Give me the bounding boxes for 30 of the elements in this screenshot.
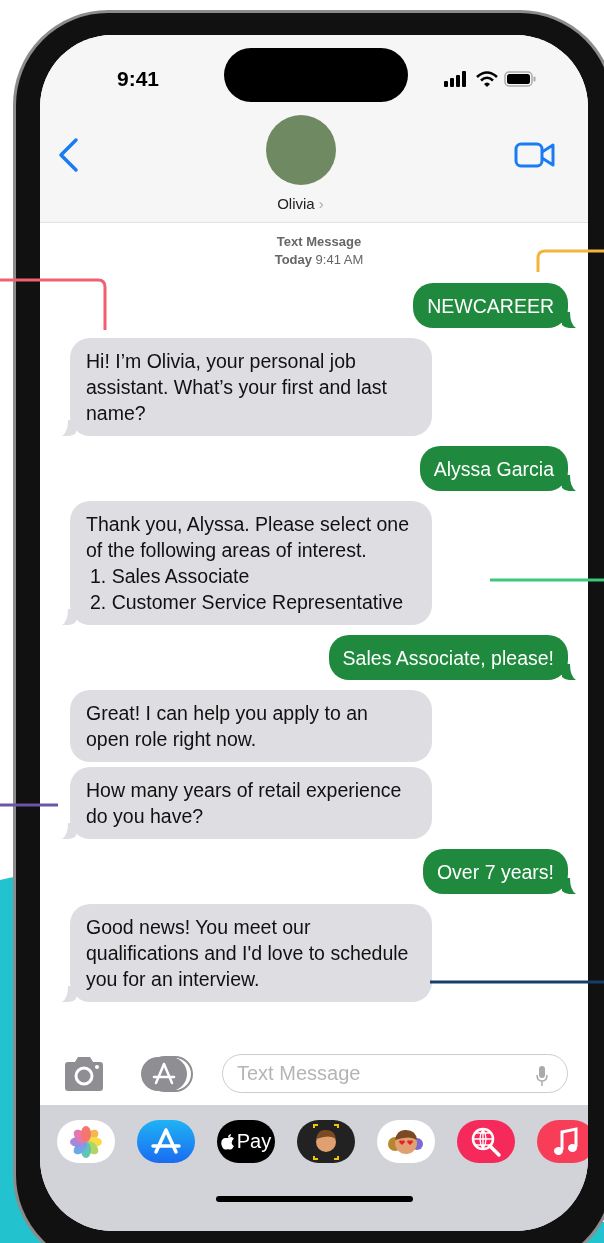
music-note-icon[interactable] xyxy=(537,1120,588,1163)
battery-icon xyxy=(504,71,536,87)
apple-icon xyxy=(220,1133,235,1150)
camera-icon[interactable] xyxy=(62,1055,106,1092)
wifi-icon xyxy=(476,71,498,87)
video-camera-icon[interactable] xyxy=(514,141,556,169)
leader-line xyxy=(536,249,604,272)
app-store-icon[interactable] xyxy=(137,1120,195,1163)
memoji-app-icon[interactable] xyxy=(297,1120,355,1163)
status-time: 9:41 xyxy=(117,67,160,91)
bubble-tail xyxy=(562,664,576,680)
message-timestamp: Today 9:41 AM xyxy=(274,251,364,269)
contact-name[interactable]: Olivia › xyxy=(277,195,324,212)
bubble-tail xyxy=(562,475,576,491)
app-store-icon[interactable] xyxy=(140,1055,194,1092)
bubble-tail xyxy=(62,420,76,436)
pay-button[interactable]: Pay xyxy=(217,1120,275,1163)
microphone-icon[interactable] xyxy=(536,1065,548,1087)
photos-app-icon[interactable] xyxy=(57,1120,115,1163)
search-app-icon[interactable] xyxy=(457,1120,515,1163)
bubble-tail xyxy=(562,878,576,894)
leader-line xyxy=(0,803,58,807)
message-input-field[interactable]: Text Message xyxy=(222,1054,568,1093)
bubble-tail xyxy=(62,609,76,625)
bubble-tail xyxy=(562,312,576,328)
back-icon[interactable] xyxy=(57,137,79,173)
bubble-tail xyxy=(62,823,76,839)
message-service-label: Text Message xyxy=(275,233,363,251)
memoji-stickers-icon[interactable] xyxy=(377,1120,435,1163)
bubble-tail xyxy=(62,986,76,1002)
